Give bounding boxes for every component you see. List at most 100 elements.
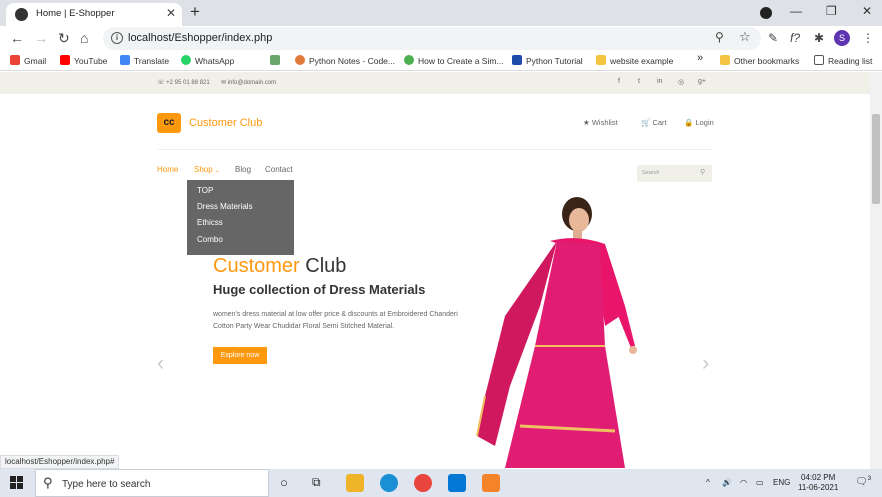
bookmark-whatsapp[interactable]: WhatsApp	[181, 55, 234, 66]
layers-icon	[270, 55, 280, 65]
extension-pen-icon[interactable]: ✎	[768, 31, 778, 45]
browser-tab[interactable]: Home | E-Shopper ✕	[6, 3, 182, 26]
zoom-icon[interactable]: ⚲	[715, 30, 724, 44]
bookmark-website-example[interactable]: website example	[596, 55, 673, 66]
bookmark-translate[interactable]: Translate	[120, 55, 169, 66]
phone-contact: ☏ +2 95 01 88 821	[157, 80, 210, 86]
search-icon: ⚲	[43, 475, 53, 490]
volume-icon[interactable]: 🔊	[722, 478, 732, 487]
task-view-icon[interactable]: ⧉	[312, 475, 321, 490]
language-indicator[interactable]: ENG	[773, 478, 790, 487]
folder-icon	[596, 55, 606, 65]
tab-search-icon[interactable]	[760, 7, 772, 19]
restore-icon[interactable]: ❐	[826, 4, 837, 18]
bookmark-python-notes[interactable]: Python Notes - Code...	[295, 55, 395, 66]
page-scrollbar[interactable]	[870, 72, 882, 469]
scrollbar-thumb[interactable]	[872, 114, 880, 204]
explore-now-button[interactable]: Explore now	[213, 347, 267, 364]
reading-list[interactable]: Reading list	[814, 55, 872, 66]
bookmark-layers[interactable]	[270, 55, 284, 66]
brand-name[interactable]: Customer Club	[189, 117, 262, 129]
shop-dropdown-menu: TOP Dress Materials Ethicss Combo	[187, 180, 294, 255]
linkedin-icon[interactable]: in	[657, 78, 662, 85]
new-tab-button[interactable]: +	[190, 3, 200, 21]
carousel-next-icon[interactable]: ›	[702, 350, 709, 376]
web-page: ☏ +2 95 01 88 821 ✉ info@domain.com f t …	[0, 72, 870, 469]
header-divider	[157, 149, 712, 150]
chrome-icon[interactable]	[414, 474, 432, 492]
dribbble-icon[interactable]: ◎	[678, 78, 684, 86]
file-explorer-icon[interactable]	[346, 474, 364, 492]
email-contact: ✉ info@domain.com	[221, 80, 277, 86]
hero-subtitle: Huge collection of Dress Materials	[213, 282, 426, 297]
address-url[interactable]: localhost/Eshopper/index.php	[128, 32, 272, 44]
hero-title: Customer Club	[213, 255, 347, 277]
extension-function-icon[interactable]: f?	[790, 31, 800, 45]
site-info-icon[interactable]: i	[111, 32, 123, 44]
gmail-icon	[10, 55, 20, 65]
dropdown-item-dress-materials[interactable]: Dress Materials	[197, 202, 253, 211]
whatsapp-icon	[181, 55, 191, 65]
dropdown-item-top[interactable]: TOP	[197, 186, 213, 195]
hero-description: women's dress material at low offer pric…	[213, 311, 458, 330]
w-icon	[512, 55, 522, 65]
browser-menu-icon[interactable]: ⋮	[862, 31, 874, 45]
tab-close-icon[interactable]: ✕	[166, 6, 176, 20]
tray-overflow-icon[interactable]: ^	[706, 478, 710, 487]
extensions-puzzle-icon[interactable]: ✱	[814, 31, 824, 45]
search-input[interactable]: Search ⚲	[637, 165, 712, 182]
login-link[interactable]: 🔒 Login	[684, 118, 714, 127]
carousel-prev-icon[interactable]: ‹	[157, 350, 164, 376]
tab-title: Home | E-Shopper	[36, 8, 115, 19]
nav-shop[interactable]: Shop ⌄	[194, 165, 220, 174]
bookmark-how-to-create[interactable]: How to Create a Sim...	[404, 55, 504, 66]
facebook-icon[interactable]: f	[618, 78, 620, 85]
close-window-icon[interactable]: ✕	[862, 4, 872, 18]
star-icon: ★	[583, 118, 590, 127]
home-icon[interactable]: ⌂	[80, 30, 88, 46]
nav-blog[interactable]: Blog	[235, 165, 251, 174]
address-bar[interactable]: i localhost/Eshopper/index.php ⚲ ☆	[103, 27, 761, 50]
edge-icon[interactable]	[380, 474, 398, 492]
contact-bar: ☏ +2 95 01 88 821 ✉ info@domain.com f t …	[0, 72, 870, 94]
battery-icon[interactable]: ▭	[756, 478, 764, 487]
system-clock[interactable]: 04:02 PM 11-06-2021	[798, 473, 838, 493]
back-icon[interactable]: ←	[10, 30, 24, 46]
cortana-icon[interactable]: ○	[280, 475, 288, 490]
site-logo[interactable]: cc	[157, 113, 181, 133]
reload-icon[interactable]: ↻	[58, 30, 70, 46]
bookmark-python-tutorial[interactable]: Python Tutorial	[512, 55, 583, 66]
windows-taskbar: ⚲ Type here to search ○ ⧉ ^ 🔊 ◠ ▭ ENG 04…	[0, 469, 882, 497]
bookmark-youtube[interactable]: YouTube	[60, 55, 107, 66]
minimize-icon[interactable]: —	[790, 4, 802, 18]
twitter-icon[interactable]: t	[638, 78, 640, 85]
profile-avatar[interactable]: S	[834, 30, 850, 46]
nav-home[interactable]: Home	[157, 165, 178, 174]
bookmark-star-icon[interactable]: ☆	[739, 29, 751, 45]
wishlist-link[interactable]: ★ Wishlist	[583, 118, 618, 127]
bookmark-other[interactable]: Other bookmarks	[720, 55, 799, 66]
chevron-down-icon: ⌄	[214, 168, 220, 174]
bookmark-gmail[interactable]: Gmail	[10, 55, 46, 66]
notification-icon[interactable]: 🗨3	[855, 476, 871, 487]
windows-start-icon[interactable]	[10, 476, 23, 489]
forward-icon[interactable]: →	[34, 30, 48, 46]
taskbar-search[interactable]: ⚲ Type here to search	[35, 469, 269, 497]
dropdown-item-combo[interactable]: Combo	[197, 235, 223, 244]
cart-icon: 🛒	[641, 118, 651, 127]
lock-icon: 🔒	[684, 118, 694, 127]
vscode-icon[interactable]	[448, 474, 466, 492]
bookmarks-bar: Gmail YouTube Translate WhatsApp Python …	[0, 51, 882, 71]
bookmarks-overflow-icon[interactable]: »	[697, 52, 703, 64]
wifi-icon[interactable]: ◠	[740, 478, 747, 487]
google-plus-icon[interactable]: g+	[698, 78, 706, 85]
reading-list-icon	[814, 55, 824, 65]
dropdown-item-ethicss[interactable]: Ethicss	[197, 218, 223, 227]
taskbar-search-placeholder: Type here to search	[62, 479, 151, 490]
nav-contact[interactable]: Contact	[265, 165, 293, 174]
xampp-icon[interactable]	[482, 474, 500, 492]
search-icon[interactable]: ⚲	[700, 168, 705, 176]
folder-icon	[720, 55, 730, 65]
cart-link[interactable]: 🛒 Cart	[641, 118, 667, 127]
site-favicon-icon	[15, 8, 28, 21]
